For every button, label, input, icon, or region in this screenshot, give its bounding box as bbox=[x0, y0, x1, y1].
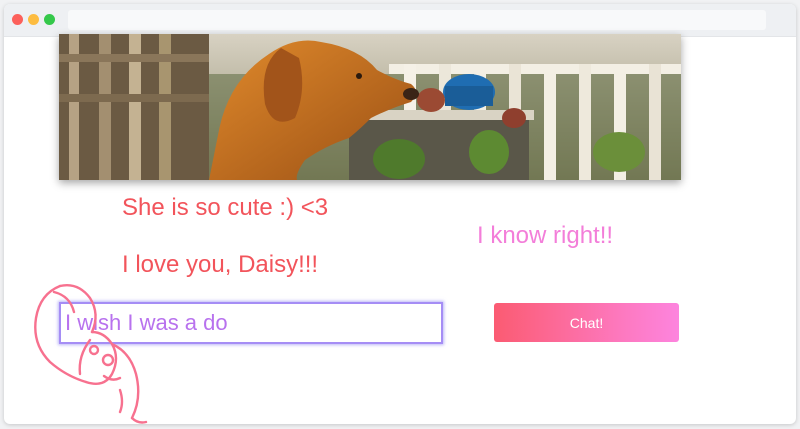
chat-message-reply: I know right!! bbox=[477, 222, 614, 249]
maximize-window-button[interactable] bbox=[44, 14, 55, 25]
minimize-window-button[interactable] bbox=[28, 14, 39, 25]
chat-message: I love you, Daisy!!! bbox=[122, 251, 319, 278]
chat-message: She is so cute :) <3 bbox=[122, 194, 329, 221]
dog-photo bbox=[59, 34, 681, 180]
chat-button[interactable]: Chat! bbox=[494, 303, 679, 342]
title-bar bbox=[4, 4, 796, 37]
address-bar[interactable] bbox=[68, 10, 766, 30]
close-window-button[interactable] bbox=[12, 14, 23, 25]
dog-doodle-icon bbox=[34, 284, 148, 424]
